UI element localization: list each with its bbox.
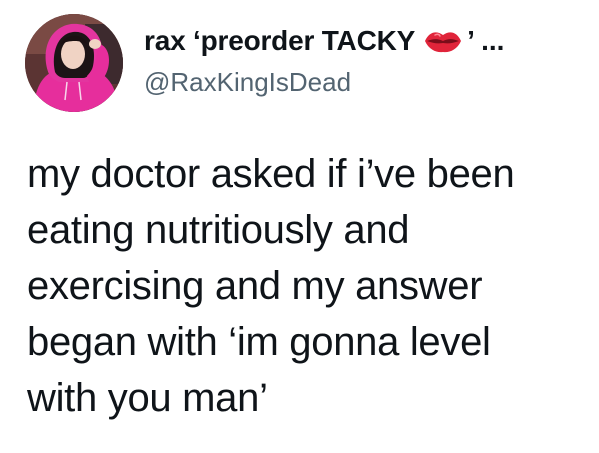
display-name-row[interactable]: rax ‘preorder TACKY ’ ... [144,24,504,58]
tweet-body-line: eating nutritiously and [27,208,410,252]
display-name-suffix: ’ ... [467,25,505,56]
tweet-body-line: with you man’ [27,376,268,420]
avatar-photo-icon [25,14,123,112]
user-handle[interactable]: @RaxKingIsDead [144,66,504,98]
tweet-body-line: exercising and my answer [27,264,483,308]
tweet-header: rax ‘preorder TACKY ’ ... @RaxKingIsDead [25,14,504,112]
kiss-lips-icon [423,28,463,54]
display-name[interactable]: rax ‘preorder TACKY [144,24,415,58]
author-names: rax ‘preorder TACKY ’ ... @RaxKingIsDead [144,14,504,112]
avatar[interactable] [25,14,123,112]
tweet-card: rax ‘preorder TACKY ’ ... @RaxKingIsDead… [0,0,599,453]
tweet-body-line: my doctor asked if i’ve been [27,152,515,196]
tweet-body-line: began with ‘im gonna level [27,320,491,364]
tweet-body: my doctor asked if i’ve been eating nutr… [27,146,592,426]
